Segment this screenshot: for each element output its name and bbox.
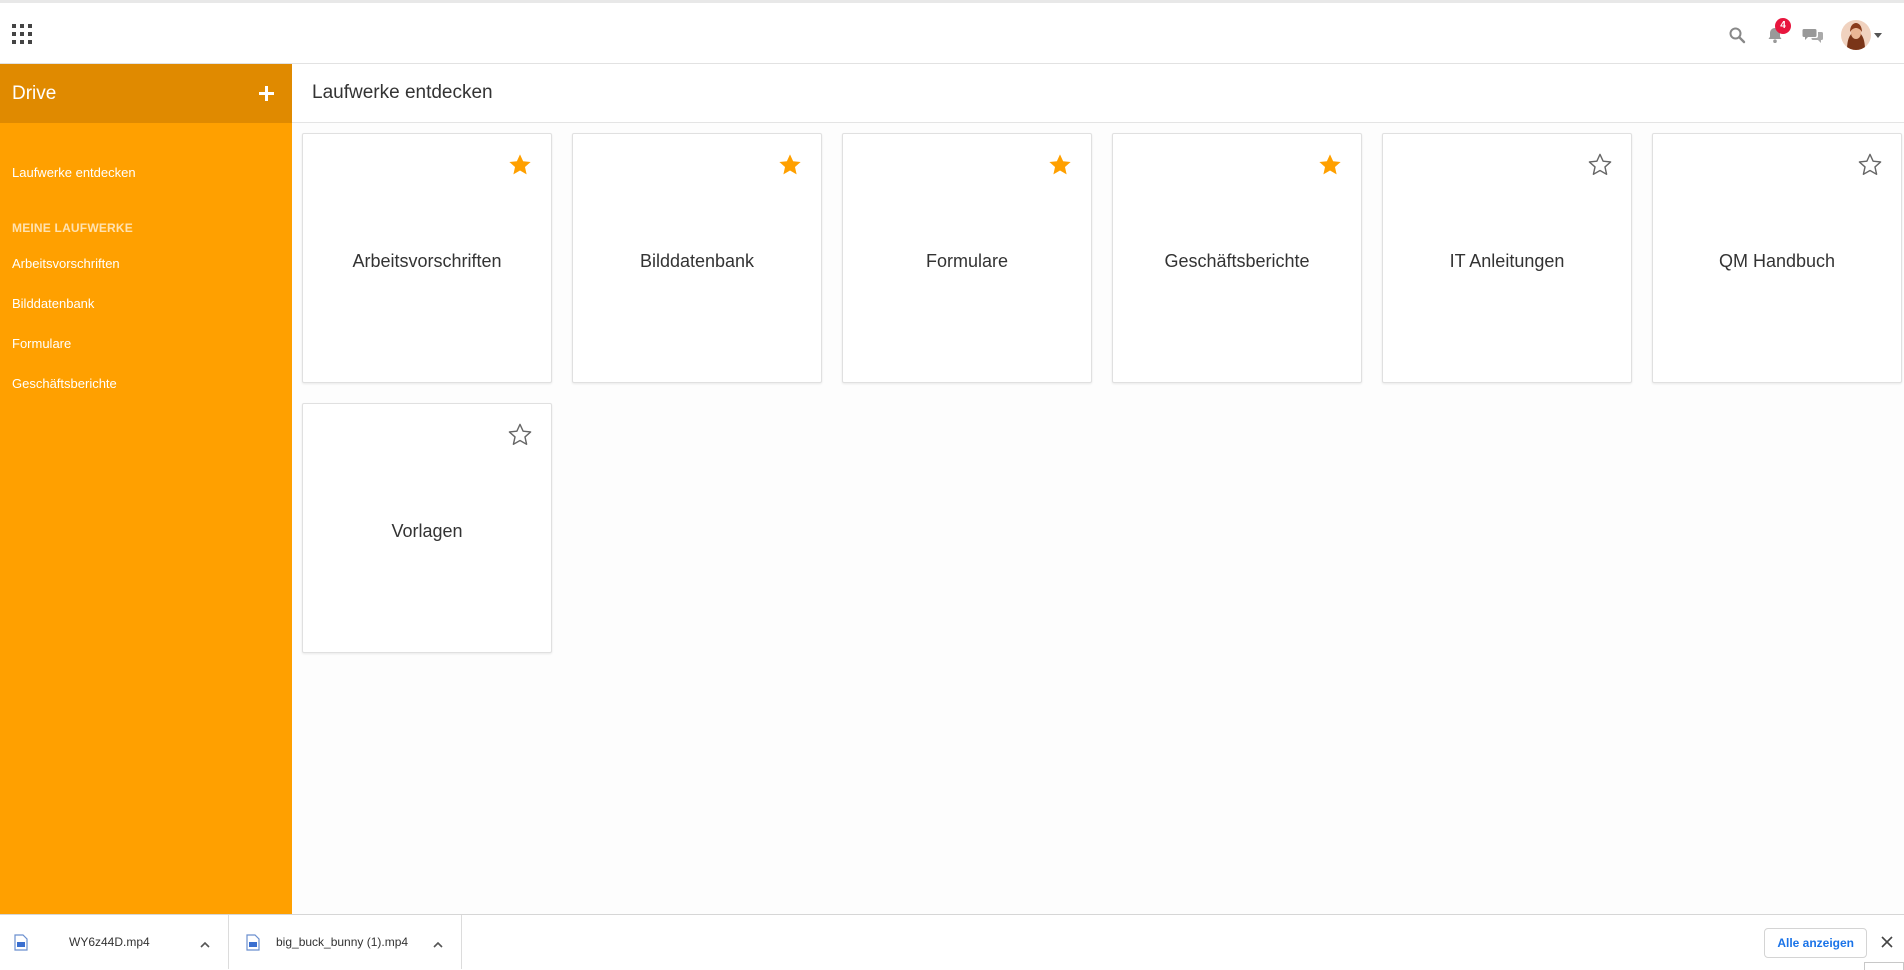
notifications-button[interactable]: 4 bbox=[1761, 18, 1791, 49]
show-all-downloads-button[interactable]: Alle anzeigen bbox=[1764, 928, 1867, 958]
apps-grid-icon[interactable] bbox=[12, 24, 34, 46]
drive-card-name: IT Anleitungen bbox=[1449, 251, 1565, 271]
star-outline-icon[interactable] bbox=[1587, 152, 1613, 178]
download-item[interactable]: WY6z44D.mp4 bbox=[0, 915, 229, 969]
drive-card[interactable]: Arbeitsvorschriften bbox=[302, 133, 552, 383]
drive-card[interactable]: Bilddatenbank bbox=[572, 133, 822, 383]
star-filled-icon[interactable] bbox=[507, 152, 533, 178]
download-bar: WY6z44D.mp4 big_buck_bunny (1).mp4 Alle … bbox=[0, 914, 1904, 970]
sidebar: Drive Laufwerke entdecken MEINE LAUFWERK… bbox=[0, 64, 292, 914]
drive-card-name: Bilddatenbank bbox=[639, 251, 755, 271]
file-icon bbox=[246, 933, 260, 951]
drive-card-name: Formulare bbox=[925, 251, 1009, 271]
sidebar-item-bilddatenbank[interactable]: Bilddatenbank bbox=[12, 296, 94, 311]
close-icon[interactable] bbox=[1878, 933, 1896, 951]
drive-card[interactable]: Vorlagen bbox=[302, 403, 552, 653]
star-filled-icon[interactable] bbox=[1047, 152, 1073, 178]
top-bar: 4 bbox=[0, 0, 1904, 64]
star-filled-icon[interactable] bbox=[777, 152, 803, 178]
add-drive-button[interactable] bbox=[254, 82, 278, 106]
star-filled-icon[interactable] bbox=[1317, 152, 1343, 178]
drive-card[interactable]: QM Handbuch bbox=[1652, 133, 1902, 383]
main-content: Laufwerke entdecken Arbeitsvorschriften B… bbox=[292, 64, 1904, 914]
sidebar-header: Drive bbox=[0, 64, 292, 123]
drive-card-name: Vorlagen bbox=[391, 521, 463, 541]
download-filename: big_buck_bunny (1).mp4 bbox=[276, 935, 409, 949]
main-header: Laufwerke entdecken bbox=[292, 64, 1904, 123]
sidebar-item-geschaeftsberichte[interactable]: Geschäftsberichte bbox=[12, 376, 117, 391]
star-outline-icon[interactable] bbox=[1857, 152, 1883, 178]
sidebar-item-discover[interactable]: Laufwerke entdecken bbox=[12, 165, 136, 180]
drive-card-name: Geschäftsberichte bbox=[1164, 251, 1310, 271]
sidebar-title: Drive bbox=[12, 82, 57, 104]
tooltip-edge bbox=[1864, 962, 1904, 970]
drive-card[interactable]: IT Anleitungen bbox=[1382, 133, 1632, 383]
drive-card[interactable]: Formulare bbox=[842, 133, 1092, 383]
search-icon[interactable] bbox=[1723, 21, 1751, 49]
chevron-up-icon[interactable] bbox=[433, 937, 443, 948]
chevron-down-icon bbox=[1874, 32, 1882, 38]
chat-icon[interactable] bbox=[1799, 21, 1827, 49]
avatar bbox=[1841, 20, 1871, 50]
file-icon bbox=[14, 933, 28, 951]
chevron-up-icon[interactable] bbox=[200, 937, 210, 948]
sidebar-item-formulare[interactable]: Formulare bbox=[12, 336, 71, 351]
star-outline-icon[interactable] bbox=[507, 422, 533, 448]
drive-card[interactable]: Geschäftsberichte bbox=[1112, 133, 1362, 383]
user-menu[interactable] bbox=[1841, 20, 1882, 50]
top-icons: 4 bbox=[1713, 17, 1882, 53]
download-filename: WY6z44D.mp4 bbox=[69, 935, 150, 949]
notification-badge: 4 bbox=[1775, 18, 1791, 34]
sidebar-item-arbeitsvorschriften[interactable]: Arbeitsvorschriften bbox=[12, 256, 120, 271]
drive-card-name: QM Handbuch bbox=[1718, 251, 1836, 271]
download-item[interactable]: big_buck_bunny (1).mp4 bbox=[229, 915, 462, 969]
sidebar-section-my-drives: MEINE LAUFWERKE bbox=[12, 221, 133, 235]
drive-card-name: Arbeitsvorschriften bbox=[352, 251, 502, 271]
page-title: Laufwerke entdecken bbox=[312, 82, 493, 103]
